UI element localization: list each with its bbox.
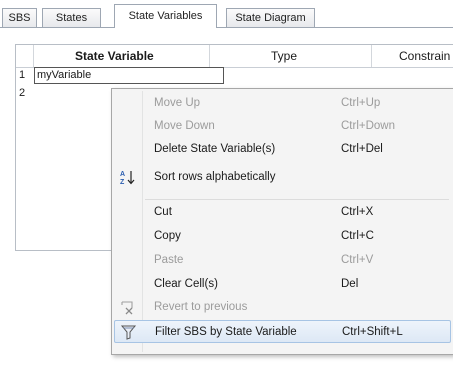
menu-item-label: Sort rows alphabetically bbox=[154, 171, 276, 183]
column-header-type[interactable]: Type bbox=[271, 45, 297, 67]
row-number: 1 bbox=[19, 69, 26, 81]
menu-item-delete-state-variable[interactable]: Delete State Variable(s) Ctrl+Del bbox=[114, 138, 451, 161]
column-header-state-variable[interactable]: State Variable bbox=[75, 45, 154, 67]
tab-sbs[interactable]: SBS bbox=[2, 8, 37, 27]
tab-state-diagram[interactable]: State Diagram bbox=[226, 8, 315, 27]
filter-icon bbox=[120, 324, 138, 341]
column-header-constraint[interactable]: Constrain bbox=[399, 45, 450, 67]
table-header: State Variable Type Constrain bbox=[16, 45, 453, 68]
tab-bar-border bbox=[0, 27, 453, 28]
menu-item-revert-to-previous[interactable]: Revert to previous bbox=[114, 296, 451, 319]
menu-item-clear-cells[interactable]: Clear Cell(s) Del bbox=[114, 273, 451, 296]
menu-item-shortcut: Ctrl+X bbox=[341, 206, 374, 218]
tab-states[interactable]: States bbox=[42, 8, 101, 27]
menu-item-label: Copy bbox=[154, 230, 181, 242]
row-number: 2 bbox=[19, 87, 26, 99]
menu-item-move-up[interactable]: Move Up Ctrl+Up bbox=[114, 92, 451, 115]
column-separator bbox=[371, 45, 372, 67]
menu-item-cut[interactable]: Cut Ctrl+X bbox=[114, 201, 451, 224]
menu-item-label: Move Up bbox=[154, 97, 201, 109]
menu-item-copy[interactable]: Copy Ctrl+C bbox=[114, 225, 451, 248]
menu-item-label: Delete State Variable(s) bbox=[154, 143, 276, 155]
menu-item-label: Revert to previous bbox=[154, 301, 248, 313]
menu-item-label: Move Down bbox=[154, 120, 215, 132]
menu-item-shortcut: Ctrl+Up bbox=[341, 97, 381, 109]
sort-az-icon: A Z bbox=[119, 169, 137, 186]
tab-state-variables[interactable]: State Variables bbox=[114, 4, 217, 28]
svg-text:Z: Z bbox=[120, 179, 125, 186]
menu-item-filter-sbs-by-state-variable[interactable]: Filter SBS by State Variable Ctrl+Shift+… bbox=[114, 320, 451, 343]
menu-item-paste[interactable]: Paste Ctrl+V bbox=[114, 249, 451, 272]
menu-item-move-down[interactable]: Move Down Ctrl+Down bbox=[114, 115, 451, 138]
menu-item-shortcut: Ctrl+Del bbox=[341, 143, 383, 155]
menu-item-shortcut: Ctrl+Shift+L bbox=[342, 326, 403, 338]
menu-item-shortcut: Ctrl+Down bbox=[341, 120, 396, 132]
revert-icon bbox=[119, 299, 137, 316]
menu-separator bbox=[145, 199, 449, 200]
menu-item-sort-alphabetically[interactable]: A Z Sort rows alphabetically bbox=[114, 166, 451, 189]
menu-item-label: Filter SBS by State Variable bbox=[155, 326, 297, 338]
menu-item-shortcut: Ctrl+V bbox=[341, 254, 374, 266]
menu-item-label: Cut bbox=[154, 206, 172, 218]
menu-item-shortcut: Ctrl+C bbox=[341, 230, 374, 242]
menu-item-shortcut: Del bbox=[341, 278, 359, 290]
tab-bar: SBS States State Variables State Diagram bbox=[0, 0, 453, 28]
context-menu: Move Up Ctrl+Up Move Down Ctrl+Down Dele… bbox=[111, 88, 453, 355]
svg-text:A: A bbox=[120, 171, 125, 178]
state-variable-cell[interactable]: myVariable bbox=[34, 67, 224, 84]
menu-item-label: Paste bbox=[154, 254, 184, 266]
menu-item-label: Clear Cell(s) bbox=[154, 278, 218, 290]
column-separator bbox=[209, 45, 210, 67]
column-separator bbox=[33, 45, 34, 67]
